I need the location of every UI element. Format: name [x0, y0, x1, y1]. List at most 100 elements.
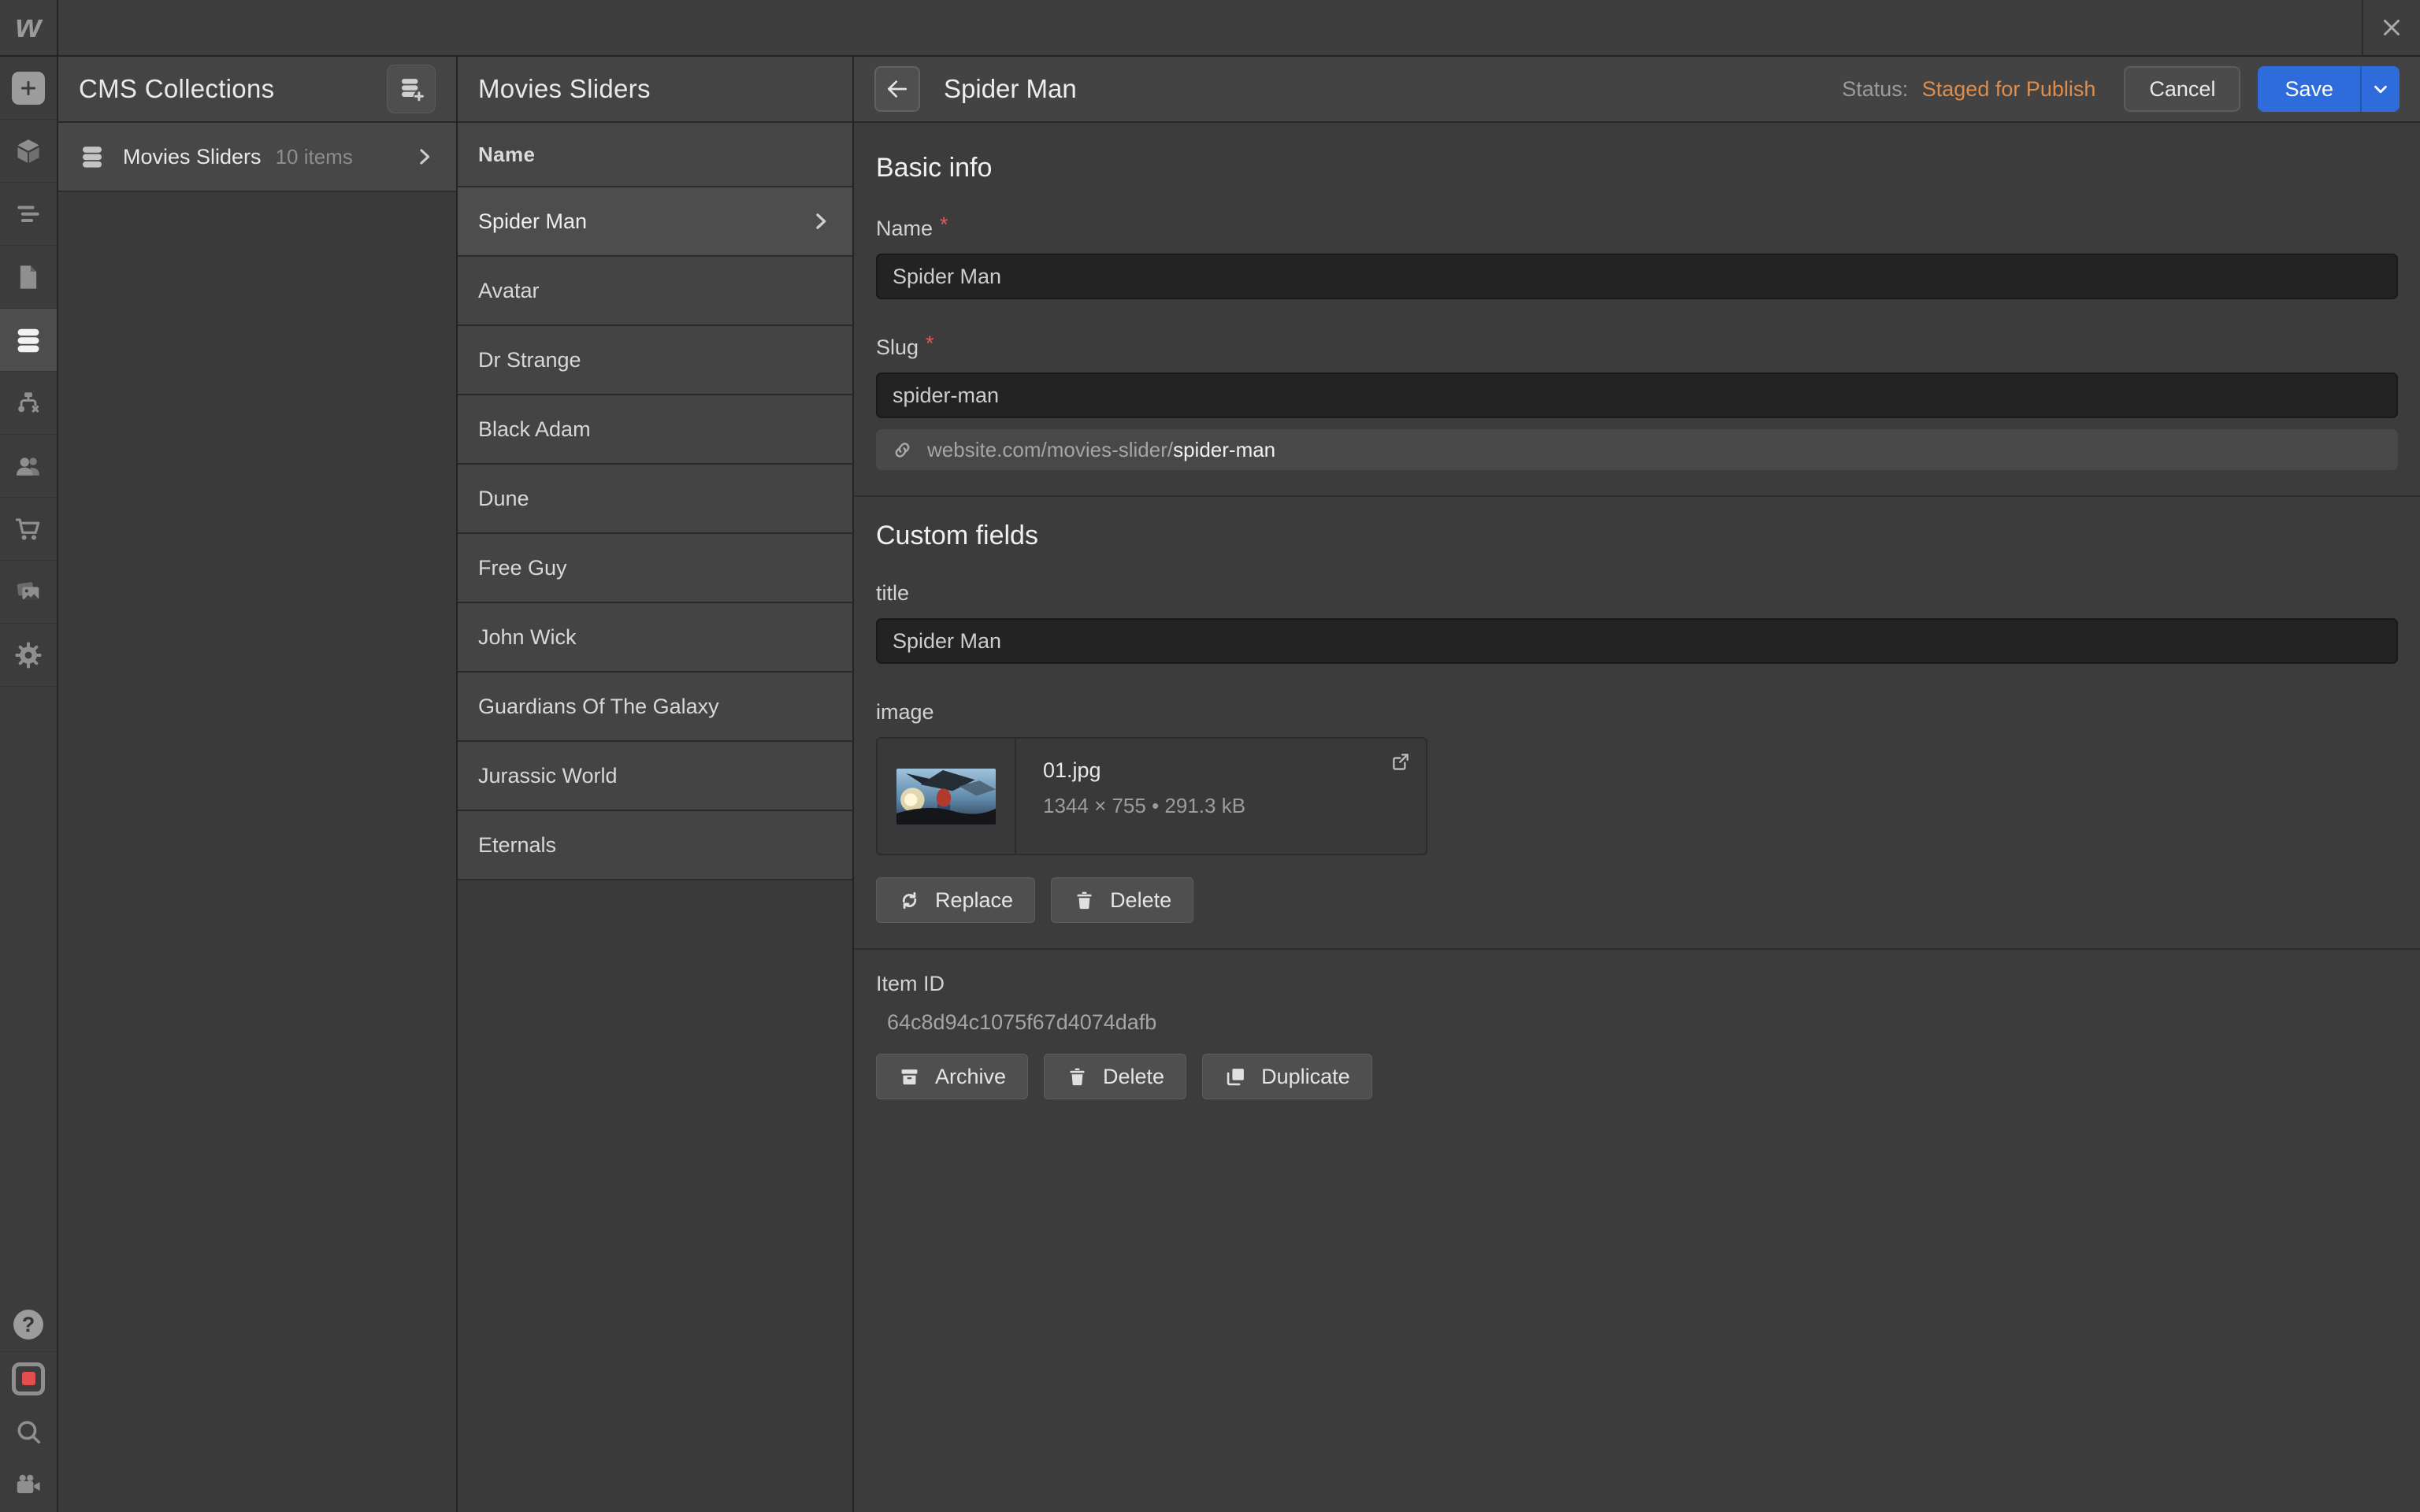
video-icon — [13, 1470, 43, 1500]
collection-row-movies-sliders[interactable]: Movies Sliders 10 items — [58, 123, 456, 192]
stop-recording-button[interactable] — [0, 1351, 57, 1405]
list-item[interactable]: Black Adam — [458, 395, 852, 465]
webflow-logo[interactable]: w — [0, 0, 58, 55]
list-item[interactable]: Jurassic World — [458, 742, 852, 811]
publish-status: Status: Staged for Publish — [1842, 77, 2095, 102]
archive-button[interactable]: Archive — [876, 1054, 1028, 1099]
navigator-icon — [13, 199, 43, 229]
items-panel-header: Movies Sliders — [458, 57, 852, 123]
section-divider — [854, 948, 2420, 950]
url-prefix: website.com/movies-slider/ — [927, 438, 1173, 462]
search-icon — [13, 1417, 43, 1447]
users-button[interactable] — [0, 435, 57, 498]
cancel-button[interactable]: Cancel — [2124, 66, 2240, 112]
list-item[interactable]: Eternals — [458, 811, 852, 880]
webflow-logo-glyph: w — [16, 9, 42, 43]
back-button[interactable] — [874, 66, 920, 112]
add-elements-button[interactable] — [0, 57, 57, 120]
video-button[interactable] — [0, 1458, 57, 1512]
settings-icon — [13, 640, 43, 670]
search-button[interactable] — [0, 1405, 57, 1458]
list-item-spider-man[interactable]: Spider Man — [458, 187, 852, 257]
duplicate-button[interactable]: Duplicate — [1202, 1054, 1372, 1099]
slug-field-label: Slug * — [876, 335, 2398, 360]
help-icon — [13, 1310, 43, 1340]
items-column-header: Name — [458, 123, 852, 187]
collections-panel-title: CMS Collections — [79, 74, 274, 104]
title-input[interactable] — [876, 618, 2398, 664]
list-item[interactable]: Dr Strange — [458, 326, 852, 395]
settings-button[interactable] — [0, 624, 57, 687]
cms-button[interactable] — [0, 309, 57, 372]
archive-label: Archive — [935, 1065, 1006, 1089]
assets-icon — [13, 577, 43, 607]
help-button[interactable] — [0, 1298, 57, 1351]
save-button[interactable]: Save — [2258, 66, 2400, 112]
components-icon — [13, 136, 43, 166]
collection-database-icon — [79, 143, 106, 170]
status-label: Status: — [1842, 77, 1908, 101]
list-item-label: Dr Strange — [478, 348, 581, 372]
collection-item-count: 10 items — [276, 145, 353, 169]
collections-panel-header: CMS Collections — [58, 57, 456, 123]
chevron-down-icon — [2370, 79, 2391, 99]
list-item-label: Free Guy — [478, 556, 567, 580]
image-thumbnail-cell — [878, 739, 1016, 854]
items-panel-title: Movies Sliders — [478, 74, 651, 104]
image-actions: Replace Delete — [876, 877, 2398, 923]
image-file-info: 01.jpg 1344 × 755 • 291.3 kB — [1016, 739, 1245, 854]
arrow-left-icon — [885, 76, 910, 102]
save-button-label[interactable]: Save — [2258, 66, 2360, 112]
item-actions: Archive Delete Duplicate — [876, 1054, 2398, 1099]
name-input[interactable] — [876, 254, 2398, 299]
chevron-right-icon — [412, 145, 436, 169]
ecommerce-button[interactable] — [0, 498, 57, 561]
delete-label: Delete — [1110, 888, 1171, 913]
logic-icon — [13, 388, 43, 418]
required-marker: * — [940, 214, 948, 235]
list-item[interactable]: Dune — [458, 465, 852, 534]
delete-item-button[interactable]: Delete — [1044, 1054, 1186, 1099]
trash-icon — [1073, 889, 1096, 912]
delete-item-label: Delete — [1103, 1065, 1164, 1089]
editor-body: Basic info Name * Slug * website.com/mov… — [854, 123, 2420, 1512]
url-slug: spider-man — [1173, 438, 1275, 462]
navigator-button[interactable] — [0, 183, 57, 246]
required-marker: * — [926, 333, 934, 354]
image-field-label: image — [876, 700, 2398, 724]
close-icon — [2378, 14, 2405, 41]
logic-button[interactable] — [0, 372, 57, 435]
save-options-button[interactable] — [2360, 66, 2400, 112]
list-item-label: Black Adam — [478, 417, 591, 442]
add-collection-icon — [397, 75, 425, 103]
top-bar-spacer — [58, 0, 2362, 55]
item-id-label: Item ID — [876, 972, 2398, 996]
list-item[interactable]: John Wick — [458, 603, 852, 673]
delete-image-button[interactable]: Delete — [1051, 877, 1193, 923]
slug-input[interactable] — [876, 372, 2398, 418]
editor-header-actions: Status: Staged for Publish Cancel Save — [1842, 66, 2400, 112]
item-editor: Spider Man Status: Staged for Publish Ca… — [854, 57, 2420, 1512]
image-asset-card[interactable]: 01.jpg 1344 × 755 • 291.3 kB — [876, 737, 1427, 855]
list-item-label: Spider Man — [478, 209, 587, 234]
open-image-button[interactable] — [1390, 750, 1412, 776]
trash-icon — [1066, 1065, 1089, 1088]
list-item-label: John Wick — [478, 625, 577, 650]
top-bar: w — [0, 0, 2420, 57]
chevron-right-icon — [808, 209, 832, 233]
pages-button[interactable] — [0, 246, 57, 309]
collections-panel: CMS Collections Movies Sliders 10 items — [58, 57, 458, 1512]
replace-image-button[interactable]: Replace — [876, 877, 1035, 923]
add-collection-button[interactable] — [387, 65, 436, 113]
item-url-preview[interactable]: website.com/movies-slider/spider-man — [876, 429, 2398, 470]
image-thumbnail[interactable] — [896, 769, 996, 825]
item-id-value: 64c8d94c1075f67d4074dafb — [887, 1010, 2398, 1035]
components-button[interactable] — [0, 120, 57, 183]
list-item[interactable]: Guardians Of The Galaxy — [458, 673, 852, 742]
list-item[interactable]: Avatar — [458, 257, 852, 326]
close-button[interactable] — [2362, 0, 2420, 55]
rail-spacer — [0, 687, 57, 1298]
list-item[interactable]: Free Guy — [458, 534, 852, 603]
list-item-label: Guardians Of The Galaxy — [478, 695, 719, 719]
assets-button[interactable] — [0, 561, 57, 624]
